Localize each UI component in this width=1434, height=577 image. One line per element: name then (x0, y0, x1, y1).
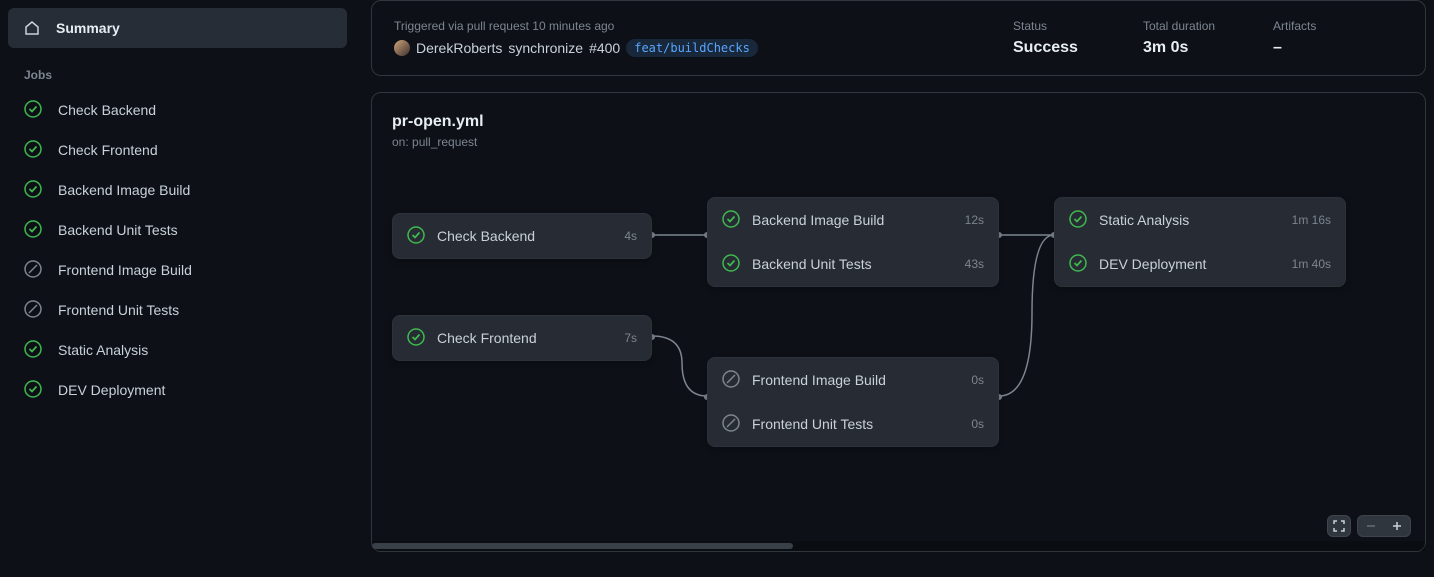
trigger-text: Triggered via pull request 10 minutes ag… (394, 19, 1013, 33)
job-node-duration: 0s (971, 373, 984, 387)
sidebar-item-static-analysis[interactable]: Static Analysis (8, 330, 347, 370)
job-node-check-backend[interactable]: Check Backend4s (393, 214, 651, 258)
zoom-in-button[interactable] (1384, 515, 1410, 537)
pr-number[interactable]: #400 (589, 40, 620, 56)
sidebar-item-label: Check Backend (58, 102, 156, 118)
job-node-duration: 0s (971, 417, 984, 431)
job-node-duration: 1m 40s (1292, 257, 1331, 271)
zoom-out-button[interactable] (1358, 515, 1384, 537)
sidebar-summary-label: Summary (56, 20, 120, 36)
job-node-label: Check Backend (437, 228, 624, 244)
sidebar-item-label: Backend Image Build (58, 182, 190, 198)
action-text: synchronize (508, 40, 583, 56)
check-circle-icon (407, 328, 425, 349)
duration-label: Total duration (1143, 19, 1273, 33)
job-node-backend-image-build[interactable]: Backend Image Build12s (708, 198, 998, 242)
duration-value[interactable]: 3m 0s (1143, 39, 1273, 57)
job-node-duration: 43s (965, 257, 984, 271)
home-icon (24, 20, 40, 36)
actor-name[interactable]: DerekRoberts (416, 40, 502, 56)
sidebar-item-backend-image-build[interactable]: Backend Image Build (8, 170, 347, 210)
fullscreen-button[interactable] (1327, 515, 1351, 537)
sidebar-item-check-backend[interactable]: Check Backend (8, 90, 347, 130)
status-value: Success (1013, 39, 1143, 57)
job-node-backend-unit-tests[interactable]: Backend Unit Tests43s (708, 242, 998, 286)
sidebar-item-label: Static Analysis (58, 342, 148, 358)
job-node-duration: 7s (624, 331, 637, 345)
job-node-label: Static Analysis (1099, 212, 1292, 228)
sidebar-item-label: Frontend Image Build (58, 262, 192, 278)
skip-icon (24, 260, 42, 281)
sidebar-item-label: Frontend Unit Tests (58, 302, 179, 318)
check-circle-icon (24, 140, 42, 161)
fullscreen-icon (1333, 520, 1345, 532)
skip-icon (722, 414, 740, 435)
check-circle-icon (24, 380, 42, 401)
job-node-frontend-image-build[interactable]: Frontend Image Build0s (708, 358, 998, 402)
job-node-label: Frontend Image Build (752, 372, 971, 388)
zoom-group (1357, 515, 1411, 537)
sidebar-item-label: Backend Unit Tests (58, 222, 178, 238)
job-node-frontend-unit-tests[interactable]: Frontend Unit Tests0s (708, 402, 998, 446)
avatar (394, 40, 410, 56)
check-circle-icon (24, 100, 42, 121)
sidebar-item-check-frontend[interactable]: Check Frontend (8, 130, 347, 170)
sidebar-item-dev-deployment[interactable]: DEV Deployment (8, 370, 347, 410)
run-header-panel: Triggered via pull request 10 minutes ag… (371, 0, 1426, 76)
skip-icon (722, 370, 740, 391)
job-node-duration: 4s (624, 229, 637, 243)
scrollbar-thumb[interactable] (372, 543, 793, 549)
check-circle-icon (24, 180, 42, 201)
check-circle-icon (1069, 254, 1087, 275)
plus-icon (1391, 520, 1403, 532)
workflow-panel: pr-open.yml on: pull_request (371, 92, 1426, 552)
job-node-label: DEV Deployment (1099, 256, 1292, 272)
sidebar-item-label: DEV Deployment (58, 382, 165, 398)
artifacts-value: – (1273, 39, 1403, 57)
horizontal-scrollbar[interactable] (372, 541, 1425, 551)
check-circle-icon (722, 210, 740, 231)
status-label: Status (1013, 19, 1143, 33)
job-node-check-frontend[interactable]: Check Frontend7s (393, 316, 651, 360)
job-node-label: Backend Image Build (752, 212, 965, 228)
job-node-duration: 12s (965, 213, 984, 227)
skip-icon (24, 300, 42, 321)
minus-icon (1365, 520, 1377, 532)
check-circle-icon (24, 340, 42, 361)
sidebar-jobs-heading: Jobs (8, 56, 347, 90)
sidebar-item-frontend-image-build[interactable]: Frontend Image Build (8, 250, 347, 290)
job-node-dev-deployment[interactable]: DEV Deployment1m 40s (1055, 242, 1345, 286)
check-circle-icon (407, 226, 425, 247)
job-node-duration: 1m 16s (1292, 213, 1331, 227)
check-circle-icon (24, 220, 42, 241)
sidebar-item-frontend-unit-tests[interactable]: Frontend Unit Tests (8, 290, 347, 330)
job-node-label: Check Frontend (437, 330, 624, 346)
check-circle-icon (722, 254, 740, 275)
artifacts-label: Artifacts (1273, 19, 1403, 33)
job-node-label: Frontend Unit Tests (752, 416, 971, 432)
sidebar-summary[interactable]: Summary (8, 8, 347, 48)
sidebar-item-label: Check Frontend (58, 142, 158, 158)
job-node-label: Backend Unit Tests (752, 256, 965, 272)
sidebar-item-backend-unit-tests[interactable]: Backend Unit Tests (8, 210, 347, 250)
check-circle-icon (1069, 210, 1087, 231)
branch-tag[interactable]: feat/buildChecks (626, 39, 758, 57)
job-node-static-analysis[interactable]: Static Analysis1m 16s (1055, 198, 1345, 242)
